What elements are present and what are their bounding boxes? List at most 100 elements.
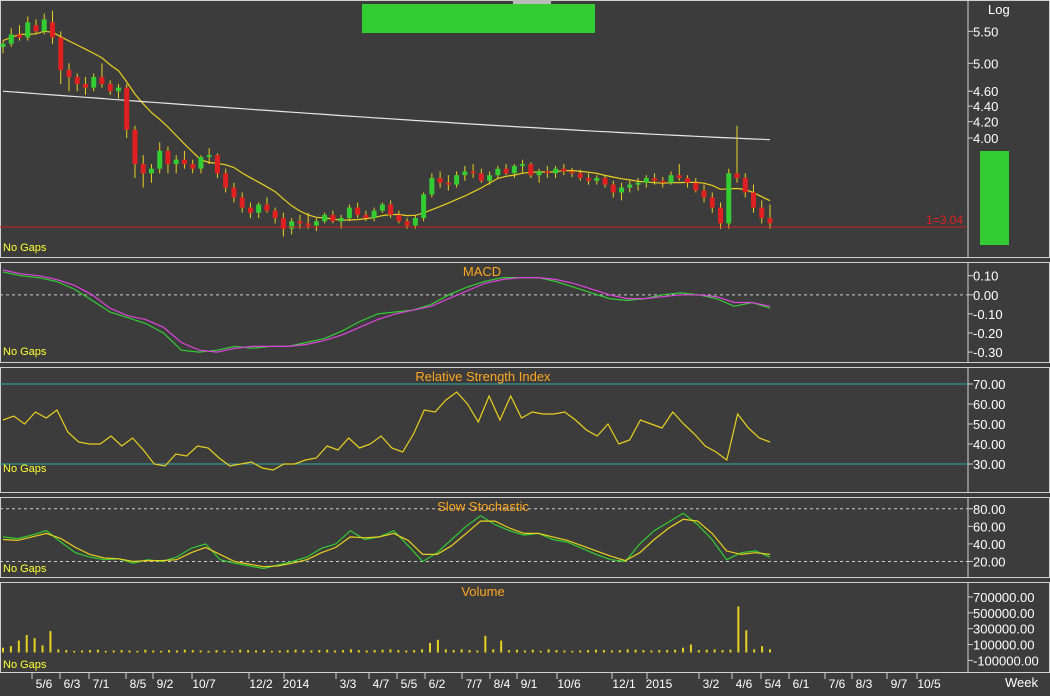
- volume-bar: [144, 649, 147, 653]
- volume-bar: [136, 650, 139, 653]
- candle-body: [338, 218, 344, 222]
- date-tick-label: 10/6: [557, 677, 581, 691]
- volume-bar: [373, 650, 376, 653]
- axis-tick-label: 0.10: [973, 269, 998, 284]
- candle-body: [619, 187, 625, 193]
- volume-bar: [753, 649, 756, 653]
- volume-bar: [563, 650, 566, 653]
- volume-bar: [547, 649, 550, 653]
- candle-body: [190, 164, 196, 169]
- range-slider[interactable]: [362, 4, 595, 33]
- candle-body: [355, 207, 361, 215]
- volume-bar: [247, 650, 250, 653]
- candle-body: [511, 165, 517, 174]
- candle-body: [322, 214, 328, 222]
- candle-body: [660, 180, 666, 183]
- volume-bar: [515, 649, 518, 653]
- candle-body: [264, 204, 270, 211]
- volume-panel: 700000.00500000.00300000.00100000.00-100…: [2, 590, 1039, 668]
- volume-bar: [9, 646, 12, 653]
- volume-bar: [476, 650, 479, 653]
- candle-body: [751, 192, 757, 208]
- stock-chart[interactable]: 1=3.04 Log 5.50 5.00 4.604.404.204.00 No G…: [0, 0, 1050, 696]
- volume-bar: [666, 650, 669, 653]
- volume-bar: [334, 650, 337, 653]
- volume-title: Volume: [461, 584, 504, 599]
- volume-bar: [310, 650, 313, 653]
- volume-bar: [674, 649, 677, 653]
- axis-tick-label: 0.00: [973, 288, 998, 303]
- rsi-line: [2, 391, 771, 471]
- axis-tick-label: 40.00: [973, 437, 1006, 452]
- volume-bar: [721, 650, 724, 653]
- candle-body: [66, 70, 72, 77]
- scale-mode-label[interactable]: Log: [988, 2, 1010, 17]
- range-slider-handle[interactable]: [513, 0, 551, 4]
- candle-body: [569, 171, 575, 174]
- candle-body: [536, 171, 542, 176]
- candle-body: [404, 221, 410, 226]
- candle-body: [165, 150, 171, 165]
- axis-tick-label: 60.00: [973, 397, 1006, 412]
- date-axis: 5/6 6/3 7/1 8/5 9/2 10/7 12/2 2014 3/3 4/7 5/5 6/2 7…: [0, 673, 1050, 696]
- volume-bar: [523, 650, 526, 653]
- volume-bar: [25, 635, 28, 653]
- volume-bar: [500, 640, 503, 653]
- date-tick-label: 8/5: [130, 677, 147, 691]
- candle-body: [198, 156, 204, 169]
- volume-bar: [682, 647, 685, 653]
- candle-body: [99, 76, 105, 84]
- volume-bar: [326, 649, 329, 653]
- panel-border: [0, 0, 1050, 258]
- volume-bar: [642, 650, 645, 653]
- volume-bar: [587, 650, 590, 653]
- macd-title: MACD: [463, 264, 501, 279]
- chart-window: 1=3.04 Log 5.50 5.00 4.60 4.40 4.20 4.00 No G…: [0, 0, 1050, 696]
- axis-tick-label: -0.20: [973, 326, 1003, 341]
- volume-bar: [381, 649, 384, 653]
- candle-body: [25, 22, 31, 38]
- volume-bar: [128, 650, 131, 653]
- panel-frames: [0, 0, 1050, 673]
- candle-body: [487, 175, 493, 181]
- candle-body: [528, 164, 534, 176]
- volume-no-gaps: No Gaps: [3, 659, 47, 671]
- axis-tick-label: 100000.00: [973, 638, 1034, 653]
- candle-body: [289, 221, 295, 229]
- date-tick-label: 7/1: [93, 677, 110, 691]
- volume-bar: [460, 649, 463, 653]
- volume-bar: [389, 649, 392, 653]
- candle-body: [0, 43, 6, 47]
- axis-tick-label: 300000.00: [973, 622, 1034, 637]
- candle-body: [445, 182, 451, 185]
- candle-body: [41, 19, 47, 32]
- candle-body: [148, 168, 154, 174]
- candle-body: [74, 76, 80, 84]
- volume-bar: [65, 650, 68, 653]
- date-tick-label: 8/4: [494, 677, 511, 691]
- candle-body: [594, 177, 600, 181]
- volume-bar: [539, 650, 542, 653]
- volume-bar: [571, 650, 574, 653]
- volume-bar: [484, 635, 487, 653]
- volume-bar: [231, 650, 234, 653]
- period-label[interactable]: Week: [1005, 675, 1038, 690]
- candle-body: [214, 155, 220, 174]
- volume-bar: [349, 649, 352, 653]
- volume-bar: [595, 649, 598, 653]
- candle-body: [643, 177, 649, 183]
- volume-bar: [207, 650, 210, 653]
- candle-body: [627, 184, 633, 188]
- volume-bar: [444, 649, 447, 653]
- panel-border: [0, 582, 1050, 673]
- volume-bar: [413, 650, 416, 653]
- rsi-title: Relative Strength Index: [415, 369, 551, 384]
- volume-bar: [761, 646, 764, 653]
- date-tick-label: 7/7: [466, 677, 483, 691]
- volume-bar: [602, 650, 605, 653]
- candle-body: [676, 175, 682, 178]
- candle-body: [759, 207, 765, 219]
- axis-tick-label: 40.00: [973, 537, 1006, 552]
- price-range-bar: [980, 151, 1009, 245]
- candle-body: [346, 207, 352, 219]
